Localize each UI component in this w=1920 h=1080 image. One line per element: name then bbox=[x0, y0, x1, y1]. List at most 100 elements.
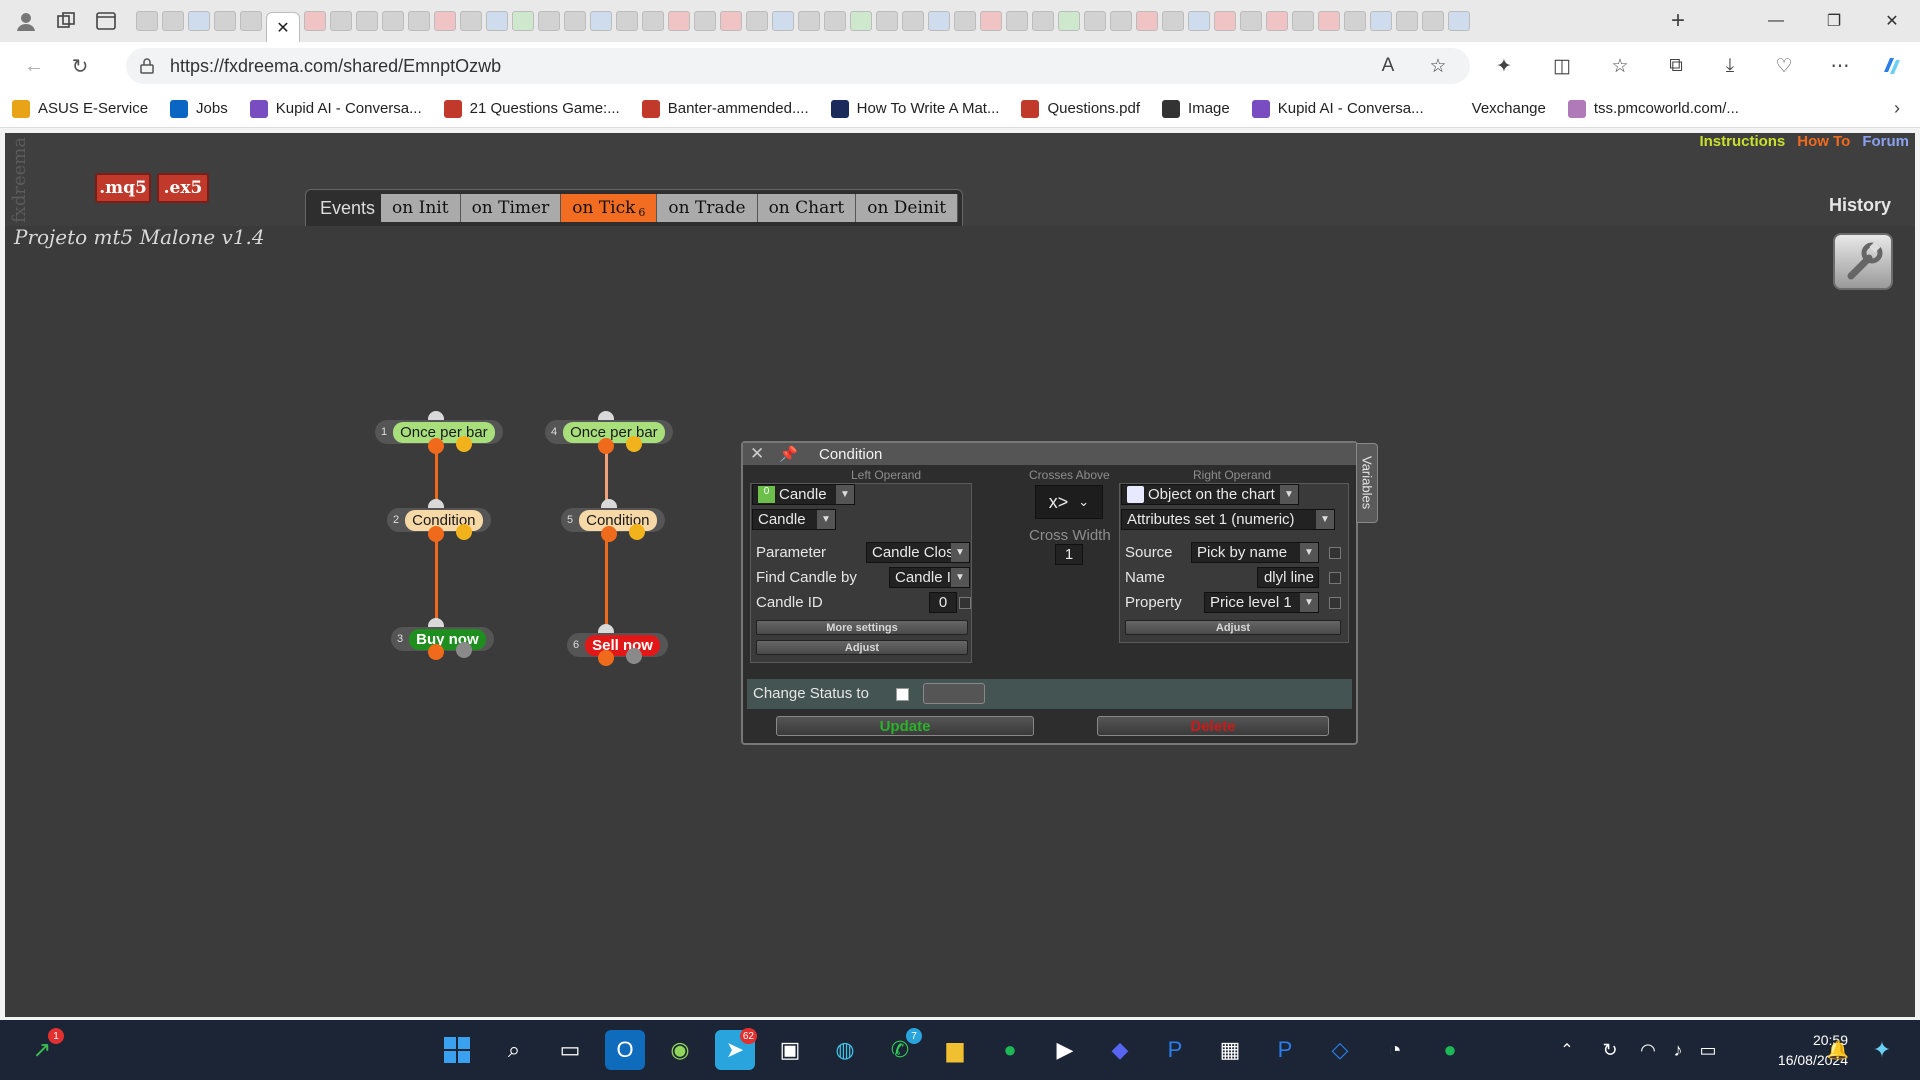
browser-tab[interactable] bbox=[928, 11, 950, 31]
source-dropdown[interactable]: Pick by name ▼ bbox=[1191, 542, 1319, 563]
more-menu-icon[interactable]: ⋯ bbox=[1818, 42, 1862, 90]
close-tab-icon[interactable]: ✕ bbox=[276, 18, 289, 38]
browser-tab[interactable] bbox=[1448, 11, 1470, 31]
telegram-icon[interactable]: ➤ 62 bbox=[715, 1028, 757, 1070]
browser-tab[interactable] bbox=[1136, 11, 1158, 31]
browser-tab[interactable] bbox=[694, 11, 716, 31]
collections-icon[interactable]: ⧉ bbox=[1654, 42, 1698, 90]
browser-essentials-icon[interactable]: ♡ bbox=[1762, 42, 1806, 90]
name-checkbox[interactable] bbox=[1329, 572, 1341, 584]
output-port[interactable] bbox=[626, 648, 642, 664]
lock-icon[interactable] bbox=[140, 58, 154, 74]
bookmark-item[interactable]: Kupid AI - Conversa... bbox=[249, 99, 422, 118]
close-dialog-icon[interactable]: ✕ bbox=[750, 444, 764, 464]
browser-tab[interactable] bbox=[486, 11, 508, 31]
right-subtype-dropdown[interactable]: Attributes set 1 (numeric) ▼ bbox=[1121, 509, 1335, 530]
browser-tab[interactable] bbox=[1240, 11, 1262, 31]
history-link[interactable]: History bbox=[1829, 195, 1891, 216]
refresh-icon[interactable]: ↻ bbox=[58, 42, 102, 90]
chevron-up-icon[interactable]: ⌃ bbox=[1547, 1030, 1587, 1070]
browser-tab[interactable] bbox=[668, 11, 690, 31]
minimize-icon[interactable]: — bbox=[1748, 0, 1804, 42]
browser-tab[interactable] bbox=[746, 11, 768, 31]
file-explorer-icon[interactable]: ▆ bbox=[935, 1030, 975, 1070]
tab-on-deinit[interactable]: on Deinit bbox=[856, 194, 959, 222]
new-tab-icon[interactable]: + bbox=[1658, 0, 1698, 42]
browser-tab[interactable] bbox=[1084, 11, 1106, 31]
right-adjust-button[interactable]: Adjust bbox=[1125, 620, 1341, 635]
browser-tab[interactable] bbox=[408, 11, 430, 31]
p-app-icon[interactable]: P bbox=[1265, 1030, 1305, 1070]
active-browser-tab[interactable]: ✕ bbox=[266, 12, 300, 42]
browser-tab[interactable] bbox=[902, 11, 924, 31]
settings-tool-icon[interactable] bbox=[1833, 233, 1893, 290]
battery-icon[interactable]: ▭ bbox=[1688, 1030, 1728, 1070]
browser-tab[interactable] bbox=[434, 11, 456, 31]
extensions-icon[interactable]: ✦ bbox=[1482, 42, 1526, 90]
browser-tab[interactable] bbox=[1162, 11, 1184, 31]
browser-tab[interactable] bbox=[460, 11, 482, 31]
browser-tab[interactable] bbox=[1370, 11, 1392, 31]
cross-width-input[interactable]: 1 bbox=[1055, 544, 1083, 565]
browser-tab[interactable] bbox=[772, 11, 794, 31]
ex5-button[interactable]: .ex5 bbox=[157, 173, 209, 203]
browser-tab[interactable] bbox=[1318, 11, 1340, 31]
split-screen-icon[interactable]: ◫ bbox=[1540, 42, 1584, 90]
edge-icon[interactable]: ◍ bbox=[825, 1030, 865, 1070]
browser-tab[interactable] bbox=[1058, 11, 1080, 31]
delete-button[interactable]: Delete bbox=[1097, 716, 1329, 736]
photos-icon[interactable]: ▦ bbox=[1210, 1030, 1250, 1070]
variables-tab[interactable]: Variables bbox=[1356, 443, 1378, 523]
bookmark-item[interactable]: tss.pmcoworld.com/... bbox=[1567, 99, 1739, 118]
output-port[interactable] bbox=[629, 524, 645, 540]
copilot-icon[interactable] bbox=[1870, 42, 1914, 90]
start-icon[interactable] bbox=[437, 1030, 477, 1070]
browser-tab[interactable] bbox=[356, 11, 378, 31]
workspaces-icon[interactable] bbox=[46, 0, 86, 42]
browser-tab[interactable] bbox=[642, 11, 664, 31]
back-icon[interactable]: ← bbox=[12, 42, 56, 90]
output-port[interactable] bbox=[456, 642, 472, 658]
browser-tab[interactable] bbox=[304, 11, 326, 31]
name-input[interactable]: dlyl line bbox=[1257, 567, 1319, 588]
browser-tab[interactable] bbox=[564, 11, 586, 31]
stocks-widget-icon[interactable]: ↗ 1 bbox=[22, 1028, 64, 1070]
property-dropdown[interactable]: Price level 1 ▼ bbox=[1204, 592, 1319, 613]
browser-tab[interactable] bbox=[798, 11, 820, 31]
more-settings-button[interactable]: More settings bbox=[756, 620, 968, 635]
media-player-icon[interactable]: ▶ bbox=[1045, 1030, 1085, 1070]
property-checkbox[interactable] bbox=[1329, 597, 1341, 609]
browser-tab[interactable] bbox=[240, 11, 262, 31]
read-aloud-icon[interactable]: A bbox=[1366, 42, 1410, 90]
browser-tab[interactable] bbox=[616, 11, 638, 31]
pin-icon[interactable]: 📌 bbox=[779, 445, 798, 463]
browser-tab[interactable] bbox=[720, 11, 742, 31]
bookmark-item[interactable]: Jobs bbox=[170, 99, 228, 118]
right-type-dropdown[interactable]: Object on the chart ▼ bbox=[1121, 484, 1299, 505]
downloads-icon[interactable]: ⤓ bbox=[1708, 42, 1752, 90]
favorites-icon[interactable]: ☆ bbox=[1598, 42, 1642, 90]
bookmark-item[interactable]: Kupid AI - Conversa... bbox=[1251, 99, 1424, 118]
howto-link[interactable]: How To bbox=[1797, 133, 1850, 150]
discord-icon[interactable]: ◆ bbox=[1100, 1030, 1140, 1070]
restore-icon[interactable]: ❐ bbox=[1806, 0, 1862, 42]
output-port[interactable] bbox=[456, 524, 472, 540]
dialog-title-bar[interactable]: ✕ 📌 Condition bbox=[743, 443, 1356, 465]
left-adjust-button[interactable]: Adjust bbox=[756, 640, 968, 655]
instructions-link[interactable]: Instructions bbox=[1699, 133, 1785, 150]
tab-on-trade[interactable]: on Trade bbox=[657, 194, 758, 222]
dev-app-icon[interactable]: ◇ bbox=[1320, 1030, 1360, 1070]
browser-tab[interactable] bbox=[1292, 11, 1314, 31]
sell-now-block[interactable]: 6 Sell now bbox=[567, 633, 668, 657]
browser-tab[interactable] bbox=[214, 11, 236, 31]
output-port[interactable] bbox=[598, 438, 614, 454]
output-port[interactable] bbox=[626, 436, 642, 452]
mq5-button[interactable]: .mq5 bbox=[95, 173, 151, 203]
output-port[interactable] bbox=[601, 526, 617, 542]
bookmark-item[interactable]: ASUS E-Service bbox=[12, 99, 148, 118]
output-port[interactable] bbox=[598, 650, 614, 666]
spotify-icon[interactable]: ● bbox=[1430, 1030, 1470, 1070]
left-type-dropdown[interactable]: 0 Candle ▼ bbox=[752, 484, 855, 505]
status-value-field[interactable] bbox=[923, 683, 985, 704]
profile-icon[interactable] bbox=[6, 0, 46, 42]
